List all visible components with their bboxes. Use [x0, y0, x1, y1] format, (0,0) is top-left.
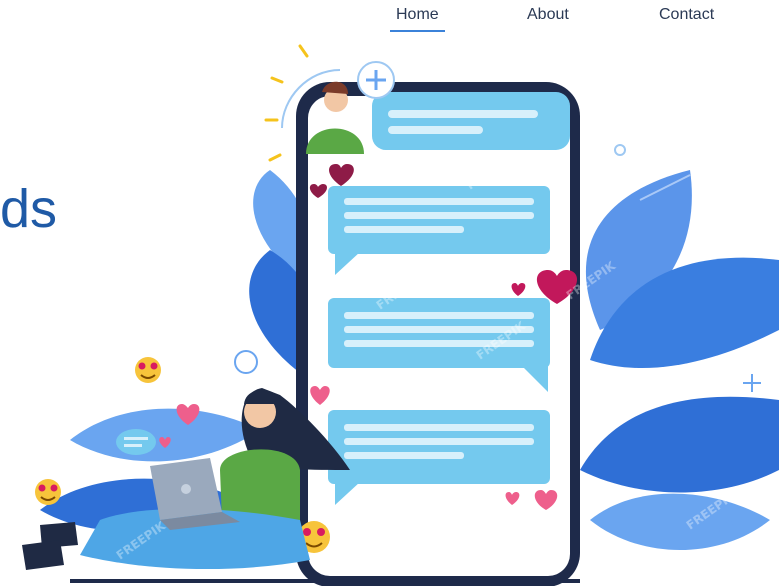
chat-illustration: FREEPIK FREEPIK FREEPIK FREEPIK FREEPIK …: [22, 44, 779, 586]
plus-icon: [357, 61, 395, 99]
heart-eyes-emoji-icon: [135, 357, 161, 383]
small-message-icon: [116, 429, 156, 455]
heart-eyes-emoji-icon: [35, 479, 61, 505]
